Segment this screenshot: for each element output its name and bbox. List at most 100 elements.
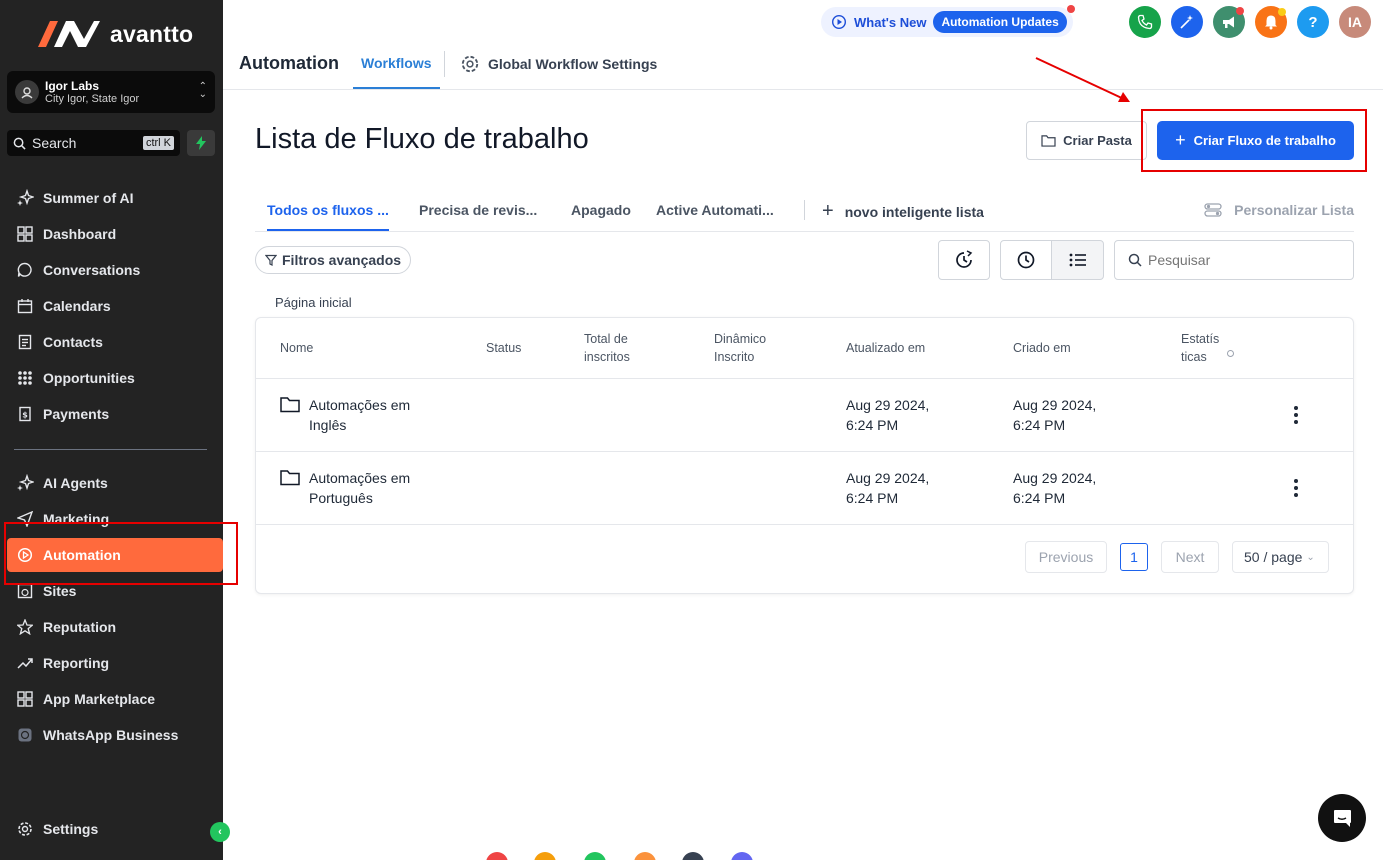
breadcrumb[interactable]: Página inicial (275, 295, 352, 310)
sidebar-item-label: Sites (43, 583, 77, 599)
tab-deleted[interactable]: Apagado (571, 202, 631, 218)
chat-bubble-icon (15, 260, 35, 280)
col-statistics[interactable]: Estatís ticas (1181, 330, 1234, 366)
sparkle-icon (15, 188, 35, 208)
workflow-search-input[interactable] (1148, 252, 1348, 268)
bottom-app-icon[interactable] (731, 852, 753, 860)
sidebar-search[interactable]: Search ctrl K (7, 130, 180, 156)
phone-icon (1137, 14, 1153, 30)
whatsapp-icon (15, 725, 35, 745)
bottom-app-icon[interactable] (534, 852, 556, 860)
account-location: City Igor, State Igor (45, 92, 140, 105)
bottom-app-icon[interactable] (486, 852, 508, 860)
row-menu-kebab-icon[interactable] (1286, 403, 1306, 427)
folder-icon (280, 470, 300, 486)
workflow-search[interactable] (1114, 240, 1354, 280)
sidebar-item-label: Conversations (43, 262, 141, 278)
brand-logo[interactable]: avantto (36, 16, 193, 52)
pagination-previous[interactable]: Previous (1025, 541, 1107, 573)
folder-icon (1041, 135, 1056, 147)
calendar-icon (15, 296, 35, 316)
sidebar-item-settings[interactable]: Settings (0, 815, 223, 843)
bottom-app-icon[interactable] (682, 852, 704, 860)
page-size-select[interactable]: 50 / page ⌄ (1232, 541, 1329, 573)
bottom-app-icon[interactable] (634, 852, 656, 860)
col-statistics-line2: ticas (1181, 350, 1207, 364)
row-created-at: Aug 29 2024, 6:24 PM (1013, 468, 1096, 508)
sidebar-item-contacts[interactable]: Contacts (0, 328, 223, 356)
create-folder-button[interactable]: Criar Pasta (1026, 121, 1147, 160)
col-dynamic-enrolled-line1: Dinâmico (714, 332, 767, 346)
sidebar-item-reporting[interactable]: Reporting (0, 649, 223, 677)
sidebar-item-conversations[interactable]: Conversations (0, 256, 223, 284)
advanced-filters-button[interactable]: Filtros avançados (255, 246, 411, 274)
notification-indicator (1278, 8, 1286, 16)
avantto-logo-icon (38, 21, 100, 47)
receipt-icon: $ (15, 404, 35, 424)
col-status[interactable]: Status (486, 339, 521, 357)
automation-updates-badge[interactable]: Automation Updates (933, 11, 1067, 33)
phone-button[interactable] (1129, 6, 1161, 38)
tab-global-workflow-settings[interactable]: Global Workflow Settings (460, 54, 657, 74)
table-row[interactable]: Automações em Português Aug 29 2024, 6:2… (256, 452, 1353, 525)
sidebar-item-opportunities[interactable]: Opportunities (0, 364, 223, 392)
tab-workflows[interactable]: Workflows (353, 55, 440, 89)
row-updated-date: Aug 29 2024, (846, 397, 930, 413)
row-name[interactable]: Automações em Português (280, 468, 410, 508)
table-row[interactable]: Automações em Inglês Aug 29 2024, 6:24 P… (256, 379, 1353, 452)
clock-view-button[interactable] (1000, 240, 1052, 280)
account-switcher[interactable]: Igor Labs City Igor, State Igor ⌃ ⌄ (7, 71, 215, 113)
sidebar-divider (14, 449, 207, 450)
sidebar-item-reputation[interactable]: Reputation (0, 613, 223, 641)
sidebar-item-label: WhatsApp Business (43, 727, 179, 743)
list-view-button[interactable] (1051, 240, 1104, 280)
row-menu-kebab-icon[interactable] (1286, 476, 1306, 500)
tab-global-label: Global Workflow Settings (488, 56, 658, 72)
history-button[interactable] (938, 240, 990, 280)
pagination-next[interactable]: Next (1161, 541, 1219, 573)
sidebar-item-dashboard[interactable]: Dashboard (0, 220, 223, 248)
row-name-line2: Português (309, 490, 373, 506)
info-icon (1226, 349, 1234, 357)
chat-widget-button[interactable] (1318, 794, 1366, 842)
row-name-line2: Inglês (309, 417, 347, 433)
sidebar-item-calendars[interactable]: Calendars (0, 292, 223, 320)
page-section-title: Automation (239, 53, 339, 73)
col-created-at[interactable]: Criado em (1013, 339, 1071, 357)
col-dynamic-enrolled-line2: Inscrito (714, 350, 755, 364)
bottom-app-icon[interactable] (584, 852, 606, 860)
collapse-sidebar-button[interactable]: ‹ (210, 822, 230, 842)
sidebar-item-whatsapp-business[interactable]: WhatsApp Business (0, 721, 223, 749)
chevron-up-down-icon: ⌃ ⌄ (198, 81, 207, 100)
filter-icon (265, 254, 277, 266)
tab-all-workflows[interactable]: Todos os fluxos ... (267, 202, 389, 231)
whats-new-pill[interactable]: What's New Automation Updates (821, 7, 1073, 37)
tab-separator (444, 51, 445, 77)
col-updated-at[interactable]: Atualizado em (846, 339, 925, 357)
list-icon (1069, 253, 1086, 267)
sidebar-item-summer-of-ai[interactable]: Summer of AI (0, 184, 223, 212)
sidebar-item-payments[interactable]: $ Payments (0, 400, 223, 428)
sidebar-item-ai-agents[interactable]: AI Agents (0, 469, 223, 497)
quick-action-button[interactable] (187, 130, 215, 156)
user-avatar[interactable]: IA (1339, 6, 1371, 38)
tab-active-automations[interactable]: Active Automati... (656, 202, 774, 218)
page-title: Lista de Fluxo de trabalho (255, 123, 589, 155)
workflow-list-tabs: Todos os fluxos ... Precisa de revis... … (255, 190, 1354, 232)
opportunities-icon (15, 368, 35, 388)
pagination-current-page[interactable]: 1 (1120, 543, 1148, 571)
customize-list-button[interactable]: Personalizar Lista (1204, 202, 1354, 218)
annotation-highlight-automation (4, 522, 238, 585)
row-updated-time: 6:24 PM (846, 417, 899, 433)
help-button[interactable]: ? (1297, 6, 1329, 38)
chat-icon (1334, 810, 1351, 827)
col-name[interactable]: Nome (280, 339, 313, 357)
tab-needs-review[interactable]: Precisa de revis... (419, 202, 537, 218)
magic-button[interactable] (1171, 6, 1203, 38)
col-dynamic-enrolled[interactable]: Dinâmico Inscrito (714, 330, 766, 366)
col-total-enrolled[interactable]: Total de inscritos (584, 330, 630, 366)
col-statistics-line1: Estatís (1181, 332, 1220, 346)
new-smart-list-button[interactable]: + novo inteligente lista (822, 200, 984, 223)
row-name[interactable]: Automações em Inglês (280, 395, 410, 435)
sidebar-item-app-marketplace[interactable]: App Marketplace (0, 685, 223, 713)
